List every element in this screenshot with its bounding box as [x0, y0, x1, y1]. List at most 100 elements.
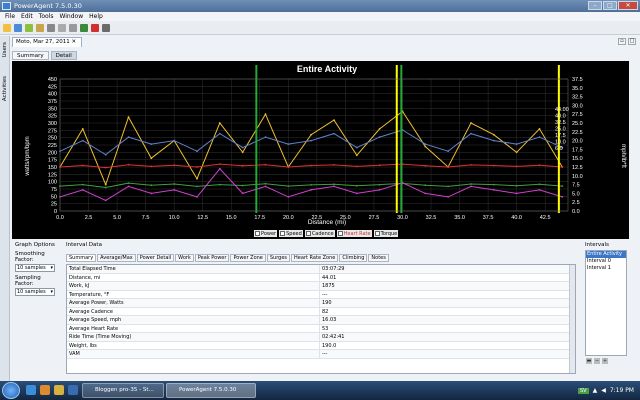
sampling-label: Sampling Factor:	[15, 275, 41, 287]
import-icon[interactable]	[25, 23, 33, 32]
annotation-value: 10.0	[555, 140, 566, 146]
tab-heart-rate-zone[interactable]: Heart Rate Zone	[291, 254, 339, 262]
series-point	[333, 185, 335, 188]
interval-add-icon[interactable]: +	[602, 358, 608, 364]
table-row[interactable]: VAM ---	[67, 350, 575, 359]
task-bloggen[interactable]: Bloggen pro-35 - St...	[82, 383, 164, 398]
interval-0[interactable]: Interval 0	[586, 258, 626, 265]
legend-label: Heart Rate	[343, 230, 371, 237]
row-value: 190	[322, 300, 332, 306]
minimize-button[interactable]: –	[588, 1, 602, 10]
series-point	[81, 189, 84, 191]
interval-entire-activity[interactable]: Entire Activity	[586, 251, 626, 258]
start-button[interactable]	[2, 382, 20, 399]
task-poweragent[interactable]: PowerAgent 7.5.0.30	[166, 383, 256, 398]
table-scrollbar[interactable]	[569, 265, 575, 373]
menu-window[interactable]: Window	[56, 12, 86, 21]
tab-summary-data[interactable]: Summary	[66, 254, 97, 262]
sub-tabs: Summary Detail	[12, 51, 77, 60]
activities-tab-label: Activities	[2, 76, 8, 102]
restore-icon[interactable]: ▫	[618, 38, 626, 45]
y-right-tick-label: 0.0	[572, 209, 580, 215]
cut-icon[interactable]	[47, 23, 55, 32]
menu-help[interactable]: Help	[86, 12, 106, 21]
folder-icon[interactable]	[54, 385, 64, 395]
y-tick-label: 400	[48, 92, 57, 98]
series-point	[241, 184, 244, 187]
language-indicator[interactable]: SV	[577, 387, 589, 394]
ie-icon[interactable]	[26, 385, 36, 395]
tab-notes[interactable]: Notes	[368, 254, 389, 262]
annotation-value: 25.0	[555, 127, 566, 133]
tab-summary[interactable]: Summary	[12, 51, 49, 60]
series-point	[218, 122, 221, 124]
series-point	[378, 164, 381, 167]
tab-surges[interactable]: Surges	[266, 254, 291, 262]
save-icon[interactable]	[14, 23, 22, 32]
legend-checkbox[interactable]	[305, 231, 311, 236]
volume-icon[interactable]: ◀	[601, 387, 606, 394]
menu-tools[interactable]: Tools	[36, 12, 57, 21]
legend-cadence[interactable]: Cadence	[304, 230, 335, 237]
media-icon[interactable]	[68, 385, 78, 395]
legend-checkbox[interactable]	[255, 231, 260, 236]
legend-speed[interactable]: Speed	[279, 230, 303, 237]
chart-icon[interactable]	[80, 23, 88, 32]
table-row[interactable]: Ride Time (Time Moving) 02:42:41	[67, 333, 575, 342]
table-row[interactable]: Distance, mi 44.01	[67, 273, 575, 282]
y-tick-label: 425	[48, 84, 57, 90]
table-row[interactable]: Average Speed, mph 16.03	[67, 316, 575, 325]
menu-edit[interactable]: Edit	[18, 12, 36, 21]
tab-power-zone[interactable]: Power Zone	[230, 254, 266, 262]
tab-power-detail[interactable]: Power Detail	[136, 254, 175, 262]
table-row[interactable]: Total Elapsed Time 03:07:29	[67, 265, 575, 274]
copy-icon[interactable]	[58, 23, 66, 32]
users-tab[interactable]: Users	[1, 42, 9, 57]
paste-icon[interactable]	[69, 23, 77, 32]
row-value: ---	[322, 291, 328, 298]
table-row[interactable]: Weight, lbs 190.0	[67, 341, 575, 350]
tab-work[interactable]: Work	[175, 254, 194, 262]
tab-detail[interactable]: Detail	[50, 51, 77, 60]
maximize-panel-icon[interactable]: □	[628, 38, 636, 45]
table-row[interactable]: Temperature, °F ---	[67, 290, 575, 299]
graph-options: Graph Options Smoothing Factor: 10 sampl…	[12, 240, 60, 381]
series-point	[447, 196, 449, 198]
legend-torque[interactable]: Torque	[373, 230, 399, 237]
interval-1[interactable]: Interval 1	[586, 265, 626, 272]
maximize-button[interactable]: □	[603, 1, 617, 10]
table-row[interactable]: Average Power, Watts 190	[67, 299, 575, 308]
interval-edit-icon[interactable]: ▬	[586, 358, 592, 364]
series-point	[538, 136, 541, 138]
sampling-select[interactable]: 10 samples	[15, 288, 55, 296]
close-button[interactable]: ✕	[618, 1, 638, 10]
legend-checkbox[interactable]	[337, 231, 343, 236]
table-row[interactable]: Work, kJ 1875	[67, 282, 575, 291]
new-icon[interactable]	[3, 23, 11, 32]
menu-file[interactable]: File	[2, 12, 18, 21]
annotation-value: 40.0	[555, 114, 566, 120]
table-row[interactable]: Average Cadence 82	[67, 307, 575, 316]
clock[interactable]: 7:19 PM	[610, 387, 634, 394]
legend-checkbox[interactable]	[374, 231, 380, 236]
legend-heart-rate[interactable]: Heart Rate	[336, 230, 372, 237]
network-icon[interactable]: ▲	[593, 387, 598, 394]
activity-chart[interactable]: 0255075100125150175200225250275300325350…	[12, 61, 629, 239]
series-point	[104, 183, 107, 186]
legend-checkbox[interactable]	[280, 231, 286, 236]
tab-peak-power[interactable]: Peak Power	[194, 254, 230, 262]
legend-power[interactable]: Power	[254, 230, 278, 237]
series-point	[492, 139, 495, 142]
delete-icon[interactable]	[91, 23, 99, 32]
table-row[interactable]: Average Heart Rate 53	[67, 324, 575, 333]
document-tab[interactable]: Moto, Mar 27, 2011 ✕	[12, 37, 82, 47]
interval-remove-icon[interactable]: −	[594, 358, 600, 364]
smoothing-select[interactable]: 10 samples	[15, 264, 55, 272]
chart-area[interactable]: 0 25 50 75 100 125 150 175 200 225 250 275 300 325 350…	[12, 61, 629, 239]
activities-tab[interactable]: Activities	[1, 76, 9, 101]
folder-icon[interactable]	[36, 23, 44, 32]
settings-icon[interactable]	[102, 23, 110, 32]
tab-average-max[interactable]: Average/Max	[97, 254, 136, 262]
tab-climbing[interactable]: Climbing	[339, 254, 368, 262]
firefox-icon[interactable]	[40, 385, 50, 395]
